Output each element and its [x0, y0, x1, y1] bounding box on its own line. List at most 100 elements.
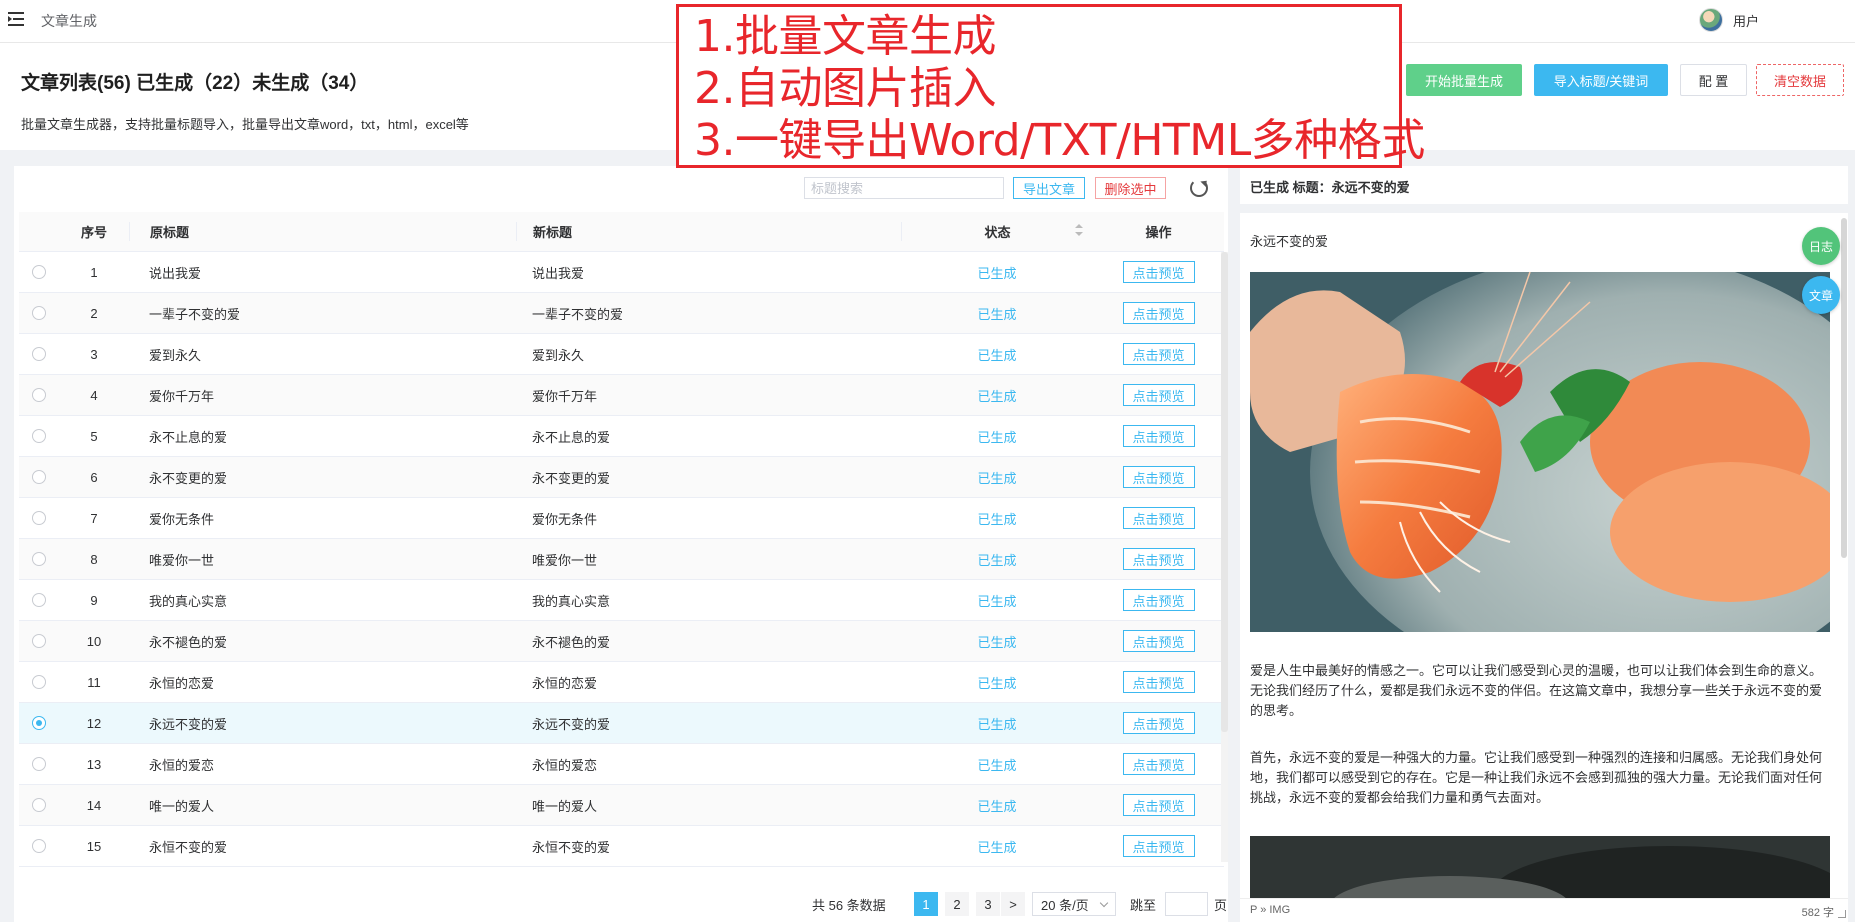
avatar[interactable]: [1699, 8, 1723, 32]
table-row[interactable]: 12 永远不变的爱 永远不变的爱 已生成 点击预览: [19, 703, 1224, 744]
sort-icon[interactable]: [1075, 224, 1083, 236]
page-button-1[interactable]: 1: [914, 892, 938, 916]
preview-button[interactable]: 点击预览: [1122, 671, 1195, 693]
page-description: 批量文章生成器，支持批量标题导入，批量导出文章word，txt，html，exc…: [21, 117, 469, 132]
preview-button[interactable]: 点击预览: [1122, 343, 1195, 365]
table-row[interactable]: 14 唯一的爱人 唯一的爱人 已生成 点击预览: [19, 785, 1224, 826]
row-radio[interactable]: [32, 798, 46, 812]
log-float-button[interactable]: 日志: [1802, 227, 1840, 265]
jump-page-input[interactable]: [1165, 892, 1208, 916]
row-select-cell: [19, 798, 59, 812]
row-radio[interactable]: [32, 388, 46, 402]
row-radio[interactable]: [32, 429, 46, 443]
article-float-button[interactable]: 文章: [1802, 276, 1840, 314]
preview-button[interactable]: 点击预览: [1122, 384, 1195, 406]
row-new-title: 唯一的爱人: [532, 798, 598, 814]
table-row[interactable]: 9 我的真心实意 我的真心实意 已生成 点击预览: [19, 580, 1224, 621]
resize-handle-icon[interactable]: [1838, 910, 1846, 918]
row-radio[interactable]: [32, 716, 46, 730]
user-menu[interactable]: 用户: [1699, 8, 1759, 32]
preview-button[interactable]: 点击预览: [1122, 753, 1195, 775]
row-radio[interactable]: [32, 552, 46, 566]
next-page-button[interactable]: >: [1001, 892, 1025, 916]
row-radio[interactable]: [32, 839, 46, 853]
status-label: 已生成: [977, 552, 1017, 568]
menu-toggle-icon[interactable]: [8, 12, 24, 26]
article-table: 序号 原标题 新标题 状态 操作 1 说出我爱 说出我爱 已生成 点击预览 2 一辈子不变的…: [19, 212, 1224, 867]
preview-button[interactable]: 点击预览: [1122, 548, 1195, 570]
table-row[interactable]: 10 永不褪色的爱 永不褪色的爱 已生成 点击预览: [19, 621, 1224, 662]
table-row[interactable]: 11 永恒的恋爱 永恒的恋爱 已生成 点击预览: [19, 662, 1224, 703]
row-new-title: 永恒的爱恋: [532, 757, 598, 773]
row-index: 14: [86, 797, 102, 813]
article-preview-editor[interactable]: 永远不变的爱 爱是人生中最美好的情感之一。它可以让我们感受到心灵的温暖，也可以让…: [1240, 213, 1848, 922]
row-status: 已生成: [901, 304, 1093, 323]
table-row[interactable]: 8 唯爱你一世 唯爱你一世 已生成 点击预览: [19, 539, 1224, 580]
pagination: 共 56 条数据 1 2 3 > 20 条/页 跳至 页: [14, 882, 1228, 922]
table-scrollbar[interactable]: [1221, 252, 1228, 732]
article-list-panel: 导出文章 删除选中 序号 原标题 新标题 状态 操作 1说出我爱说出我爱已生成点…: [14, 166, 1228, 922]
word-count: 582 字: [1801, 907, 1834, 919]
row-original-title: 说出我爱: [149, 265, 202, 281]
status-label: 已生成: [977, 265, 1017, 281]
row-new-title: 永远不变的爱: [532, 716, 611, 732]
row-status: 已生成: [901, 673, 1093, 692]
row-index: 8: [90, 551, 98, 567]
row-radio[interactable]: [32, 634, 46, 648]
row-select-cell: [19, 470, 59, 484]
row-action-cell: 点击预览: [1093, 671, 1224, 693]
page-button-3[interactable]: 3: [976, 892, 1000, 916]
page-size-value: 20 条/页: [1041, 897, 1089, 913]
table-row[interactable]: 5 永不止息的爱 永不止息的爱 已生成 点击预览: [19, 416, 1224, 457]
table-row[interactable]: 3 爱到永久 爱到永久 已生成 点击预览: [19, 334, 1224, 375]
row-index: 15: [86, 838, 102, 854]
row-radio[interactable]: [32, 593, 46, 607]
page-size-select[interactable]: 20 条/页: [1032, 892, 1116, 916]
start-batch-button[interactable]: 开始批量生成: [1406, 64, 1522, 96]
article-second-image: [1250, 836, 1830, 906]
row-radio[interactable]: [32, 757, 46, 771]
table-row[interactable]: 6 永不变更的爱 永不变更的爱 已生成 点击预览: [19, 457, 1224, 498]
row-index: 5: [90, 428, 98, 444]
table-row[interactable]: 15 永恒不变的爱 永恒不变的爱 已生成 点击预览: [19, 826, 1224, 867]
config-button[interactable]: 配 置: [1680, 64, 1747, 96]
row-status: 已生成: [901, 345, 1093, 364]
refresh-icon[interactable]: [1190, 179, 1208, 197]
row-status: 已生成: [901, 591, 1093, 610]
row-radio[interactable]: [32, 675, 46, 689]
table-row[interactable]: 2 一辈子不变的爱 一辈子不变的爱 已生成 点击预览: [19, 293, 1224, 334]
row-status: 已生成: [901, 468, 1093, 487]
clear-data-button[interactable]: 清空数据: [1756, 64, 1844, 96]
row-radio[interactable]: [32, 511, 46, 525]
preview-button[interactable]: 点击预览: [1122, 712, 1195, 734]
row-radio[interactable]: [32, 265, 46, 279]
preview-button[interactable]: 点击预览: [1122, 302, 1195, 324]
delete-selected-button[interactable]: 删除选中: [1095, 177, 1166, 199]
preview-button[interactable]: 点击预览: [1122, 835, 1195, 857]
page-button-2[interactable]: 2: [945, 892, 969, 916]
row-index: 1: [90, 264, 98, 280]
status-label: 已生成: [977, 306, 1017, 322]
row-radio[interactable]: [32, 306, 46, 320]
preview-button[interactable]: 点击预览: [1122, 630, 1195, 652]
preview-button[interactable]: 点击预览: [1122, 507, 1195, 529]
column-header-status[interactable]: 状态: [901, 222, 1093, 241]
row-radio[interactable]: [32, 470, 46, 484]
table-row[interactable]: 4 爱你千万年 爱你千万年 已生成 点击预览: [19, 375, 1224, 416]
table-row[interactable]: 13 永恒的爱恋 永恒的爱恋 已生成 点击预览: [19, 744, 1224, 785]
row-select-cell: [19, 347, 59, 361]
preview-scrollbar[interactable]: [1841, 218, 1847, 558]
preview-button[interactable]: 点击预览: [1122, 794, 1195, 816]
preview-button[interactable]: 点击预览: [1122, 589, 1195, 611]
table-row[interactable]: 1 说出我爱 说出我爱 已生成 点击预览: [19, 252, 1224, 293]
row-select-cell: [19, 839, 59, 853]
import-titles-button[interactable]: 导入标题/关键词: [1534, 64, 1668, 96]
preview-button[interactable]: 点击预览: [1122, 425, 1195, 447]
table-row[interactable]: 7 爱你无条件 爱你无条件 已生成 点击预览: [19, 498, 1224, 539]
row-radio[interactable]: [32, 347, 46, 361]
export-articles-button[interactable]: 导出文章: [1013, 177, 1085, 199]
preview-button[interactable]: 点击预览: [1122, 261, 1195, 283]
title-search-input[interactable]: [804, 177, 1004, 199]
preview-button[interactable]: 点击预览: [1122, 466, 1195, 488]
row-action-cell: 点击预览: [1093, 302, 1224, 324]
